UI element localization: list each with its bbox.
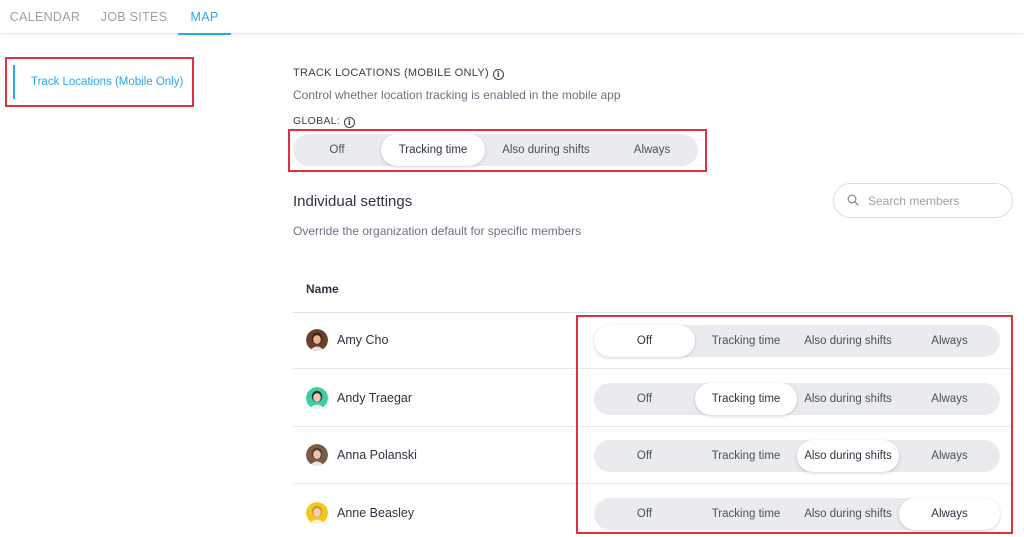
section-title-text: TRACK LOCATIONS (MOBILE ONLY) <box>293 67 489 79</box>
tab-calendar[interactable]: CALENDAR <box>6 0 84 34</box>
member-name: Amy Cho <box>337 333 389 347</box>
top-navigation: CALENDAR JOB SITES MAP <box>0 0 1024 35</box>
option-off[interactable]: Off <box>293 134 381 166</box>
info-circle-icon[interactable]: i <box>344 117 356 128</box>
column-header-name: Name <box>306 282 339 296</box>
global-label: GLOBAL: i <box>293 115 356 128</box>
sidebar-highlight: Track Locations (Mobile Only) <box>5 57 194 107</box>
tab-job-sites[interactable]: JOB SITES <box>95 0 173 34</box>
section-title: TRACK LOCATIONS (MOBILE ONLY) i <box>293 67 504 80</box>
avatar <box>306 501 328 524</box>
individual-settings-description: Override the organization default for sp… <box>293 224 582 238</box>
individual-settings-title: Individual settings <box>293 193 413 210</box>
search-input[interactable] <box>868 190 1003 212</box>
search-icon <box>847 194 859 206</box>
option-always[interactable]: Always <box>606 134 698 166</box>
avatar <box>306 444 328 466</box>
members-highlight <box>576 315 1013 534</box>
member-name: Anne Beasley <box>337 505 415 520</box>
info-circle-icon[interactable]: i <box>492 69 504 80</box>
global-label-text: GLOBAL: <box>293 115 341 127</box>
option-tracking-time[interactable]: Tracking time <box>381 134 485 166</box>
global-tracking-selector[interactable]: Off Tracking time Also during shifts Always <box>293 134 698 166</box>
option-also-during-shifts[interactable]: Also during shifts <box>486 134 606 166</box>
member-name: Anna Polanski <box>337 448 417 462</box>
avatar <box>306 329 328 351</box>
tab-map[interactable]: MAP <box>178 0 231 35</box>
avatar <box>306 386 328 409</box>
member-name: Andy Traegar <box>337 390 413 405</box>
search-box <box>833 183 1013 218</box>
section-description: Control whether location tracking is ena… <box>293 88 621 102</box>
sidebar-item-track-locations[interactable]: Track Locations (Mobile Only) <box>13 65 188 99</box>
